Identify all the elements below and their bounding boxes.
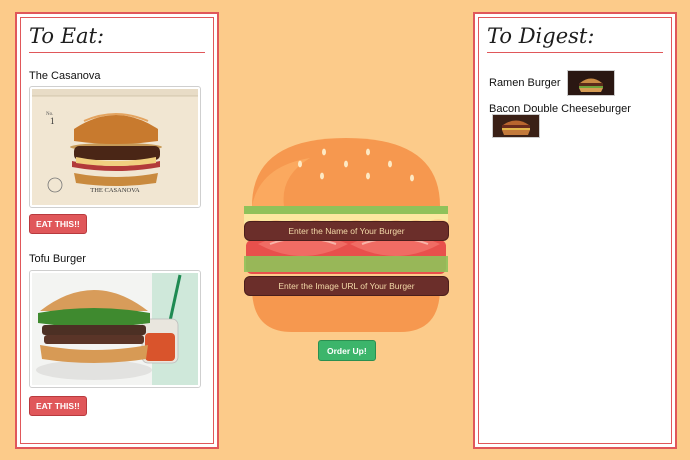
burger-name-casanova: The Casanova <box>29 70 101 82</box>
burger-photo-casanova: No. 1 THE CASANOVA <box>29 86 201 208</box>
burger-name-tofu: Tofu Burger <box>29 253 86 265</box>
digested-burger-ramen: Ramen Burger <box>489 77 561 89</box>
svg-text:1: 1 <box>50 116 55 126</box>
digested-thumb-ramen <box>567 70 615 96</box>
to-digest-panel: To Digest: Ramen Burger Bacon Double Che… <box>473 12 677 449</box>
burger-name-input[interactable] <box>244 221 449 241</box>
order-up-button[interactable]: Order Up! <box>318 340 376 361</box>
eat-this-button-tofu[interactable]: EAT THIS!! <box>29 396 87 416</box>
to-eat-title: To Eat: <box>29 24 205 53</box>
to-digest-title: To Digest: <box>487 24 663 53</box>
casanova-caption: THE CASANOVA <box>90 187 140 194</box>
to-eat-panel: To Eat: The Casanova No. 1 THE CASANOVA … <box>15 12 219 449</box>
burger-image-url-input[interactable] <box>244 276 449 296</box>
digested-thumb-bacon-double <box>492 114 540 138</box>
eat-this-button-casanova[interactable]: EAT THIS!! <box>29 214 87 234</box>
burger-photo-tofu <box>29 270 201 388</box>
